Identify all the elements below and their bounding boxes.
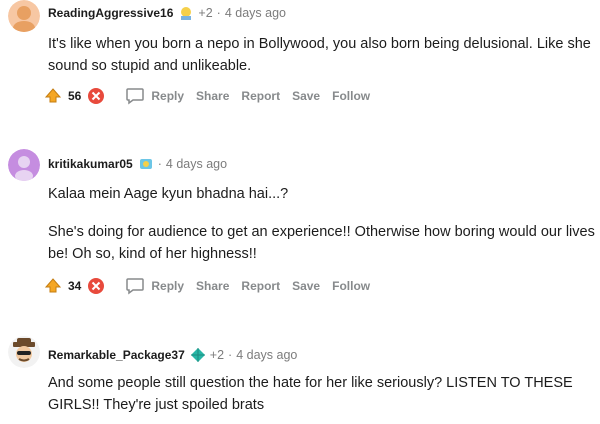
report-button[interactable]: Report (241, 89, 280, 103)
timestamp[interactable]: 4 days ago (166, 157, 227, 171)
meta-separator: · (228, 348, 233, 362)
comment-meta: ReadingAggressive16 +2 · 4 days ago (48, 5, 286, 21)
meta-separator: · (216, 6, 221, 20)
comment-body: Kalaa mein Aage kyun bhadna hai...? She'… (48, 183, 596, 265)
share-button[interactable]: Share (196, 279, 229, 293)
vote-score: 56 (68, 89, 82, 103)
comment-body: It's like when you born a nepo in Bollyw… (48, 33, 596, 77)
upvote-icon[interactable] (44, 87, 62, 105)
reply-label: Reply (151, 279, 185, 293)
comment-meta: kritikakumar05 · 4 days ago (48, 156, 227, 172)
username[interactable]: Remarkable_Package37 (48, 348, 185, 362)
username[interactable]: kritikakumar05 (48, 157, 133, 171)
follow-button[interactable]: Follow (332, 279, 370, 293)
comment-meta: Remarkable_Package37 +2 · 4 days ago (48, 347, 297, 363)
follow-button[interactable]: Follow (332, 89, 370, 103)
upvote-icon[interactable] (44, 277, 62, 295)
vote-score: 34 (68, 279, 82, 293)
reply-button[interactable]: Reply (125, 87, 184, 105)
comment-actions: 34 Reply Share Report Save Follow (44, 277, 370, 295)
downvote-icon[interactable] (87, 87, 105, 105)
user-avatar-icon (8, 149, 40, 181)
avatar[interactable] (8, 149, 40, 181)
report-button[interactable]: Report (241, 279, 280, 293)
comment-bubble-icon (126, 88, 145, 105)
comment-bubble-icon (126, 278, 145, 295)
timestamp[interactable]: 4 days ago (225, 6, 286, 20)
meta-separator: · (157, 157, 162, 171)
timestamp[interactable]: 4 days ago (236, 348, 297, 362)
comment-actions: 56 Reply Share Report Save Follow (44, 87, 370, 105)
save-button[interactable]: Save (292, 279, 320, 293)
downvote-icon[interactable] (87, 277, 105, 295)
username[interactable]: ReadingAggressive16 (48, 6, 173, 20)
award-count: +2 (209, 348, 225, 362)
comment-body: And some people still question the hate … (48, 372, 596, 416)
avatar[interactable] (8, 0, 40, 32)
award-count: +2 (198, 6, 213, 20)
user-avatar-icon (8, 0, 40, 32)
user-avatar-icon (8, 336, 40, 368)
comment-paragraph: It's like when you born a nepo in Bollyw… (48, 36, 591, 74)
reply-button[interactable]: Reply (125, 277, 184, 295)
diamond-icon (190, 347, 206, 363)
comment-paragraph: She's doing for audience to get an exper… (48, 224, 595, 262)
avatar[interactable] (8, 336, 40, 368)
reply-label: Reply (151, 89, 185, 103)
comment-paragraph: And some people still question the hate … (48, 375, 573, 413)
comment-3: Remarkable_Package37 +2 · 4 days ago And… (0, 330, 600, 424)
save-button[interactable]: Save (292, 89, 320, 103)
award-icon (178, 5, 194, 21)
comment-1: ReadingAggressive16 +2 · 4 days ago It's… (0, 0, 600, 120)
share-button[interactable]: Share (196, 89, 229, 103)
comment-2: kritikakumar05 · 4 days ago Kalaa mein A… (0, 145, 600, 305)
award-icon (138, 156, 154, 172)
comment-paragraph: Kalaa mein Aage kyun bhadna hai...? (48, 186, 289, 202)
